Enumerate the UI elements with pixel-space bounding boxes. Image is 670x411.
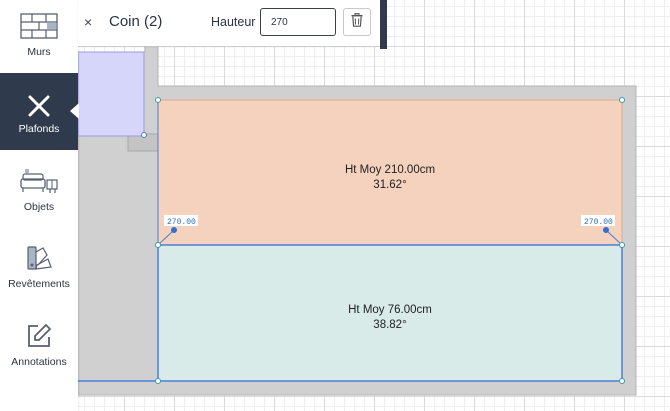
room-vertex-handle[interactable]: [141, 132, 147, 138]
corner-value-right: 270.00: [584, 218, 613, 227]
height-input[interactable]: [260, 8, 336, 36]
tool-sidebar: Murs Plafonds Objets Revêtements Annotat…: [0, 0, 79, 411]
sidebar-item-label: Annotations: [11, 356, 67, 368]
floor-plan[interactable]: 270.00 270.00 Ht Moy 210.00cm 31.62° Ht …: [0, 0, 670, 411]
vertex-handle[interactable]: [619, 97, 625, 103]
active-indicator: [70, 103, 79, 119]
height-label: Hauteur: [211, 15, 256, 29]
sidebar-item-label: Plafonds: [18, 123, 60, 135]
furniture-icon: [19, 165, 59, 197]
vertex-handle[interactable]: [155, 378, 161, 384]
upper-panel-angle: 31.62°: [373, 179, 406, 191]
toolbar-title: Coin (2): [109, 13, 163, 30]
paint-swatch-icon: [24, 242, 54, 274]
sidebar-item-objets[interactable]: Objets: [0, 155, 78, 232]
lower-panel-angle: 38.82°: [373, 319, 406, 331]
delete-button[interactable]: [343, 8, 371, 36]
close-x-icon: [28, 90, 50, 122]
upper-panel-avg-height: Ht Moy 210.00cm: [345, 164, 435, 176]
selected-room-area[interactable]: [77, 51, 145, 137]
close-icon[interactable]: ×: [84, 14, 92, 30]
sidebar-item-annotations[interactable]: Annotations: [0, 310, 78, 387]
sidebar-item-label: Objets: [23, 201, 55, 213]
vertex-handle[interactable]: [155, 242, 161, 248]
sidebar-item-plafonds[interactable]: Plafonds: [0, 73, 79, 150]
vertex-handle[interactable]: [155, 97, 161, 103]
corner-toolbar: × Coin (2) Hauteur: [78, 0, 380, 46]
corner-point-handle[interactable]: [603, 227, 609, 233]
sidebar-item-revetements[interactable]: Revêtements: [0, 232, 78, 309]
vertex-handle[interactable]: [619, 242, 625, 248]
sidebar-item-label: Murs: [27, 46, 51, 58]
corner-point-handle[interactable]: [171, 227, 177, 233]
toolbar-edge: [380, 0, 387, 49]
trash-icon: [351, 12, 363, 32]
vertex-handle[interactable]: [619, 378, 625, 384]
edit-note-icon: [25, 320, 53, 352]
sidebar-item-label: Revêtements: [8, 278, 70, 290]
corner-value-left: 270.00: [167, 218, 196, 227]
wall-bricks-icon: [20, 10, 58, 42]
sidebar-item-murs[interactable]: Murs: [0, 0, 78, 77]
lower-panel-avg-height: Ht Moy 76.00cm: [348, 304, 432, 316]
